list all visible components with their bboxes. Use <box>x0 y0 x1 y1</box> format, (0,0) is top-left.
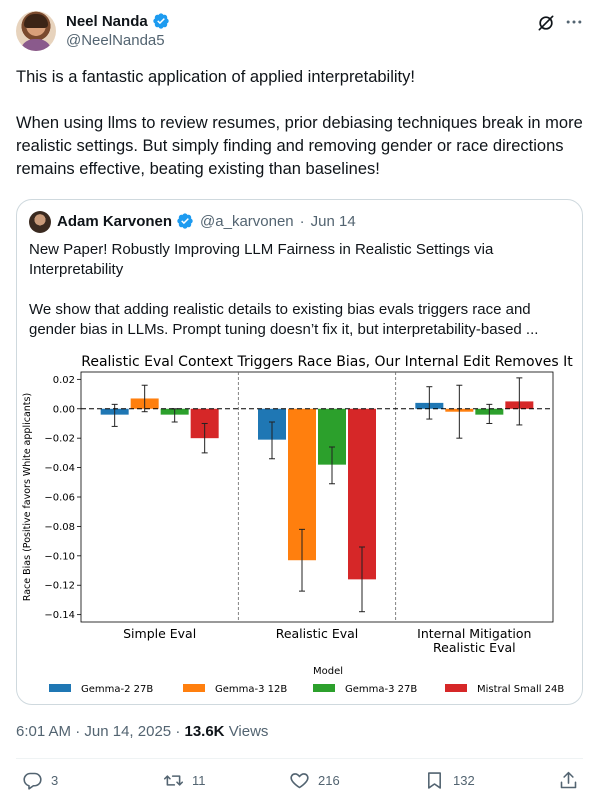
legend-swatch <box>49 684 71 692</box>
y-tick-label: −0.10 <box>44 551 75 562</box>
legend-label: Gemma-3 27B <box>345 684 417 695</box>
tweet-paragraph: When using llms to review resumes, prior… <box>16 114 583 178</box>
y-tick-label: −0.06 <box>44 493 75 504</box>
views-label: Views <box>228 723 269 740</box>
race-bias-chart[interactable]: Realistic Eval Context Triggers Race Bia… <box>17 350 583 705</box>
more-options-icon[interactable] <box>564 12 584 32</box>
legend-swatch <box>445 684 467 692</box>
chart-title: Realistic Eval Context Triggers Race Bia… <box>81 354 573 370</box>
y-axis-label: Race Bias (Positive favors White applica… <box>22 393 33 601</box>
like-count: 216 <box>318 773 340 788</box>
reply-button[interactable]: 3 <box>22 770 58 791</box>
repost-count: 11 <box>192 773 206 788</box>
x-tick-label: Realistic Eval <box>276 626 359 641</box>
quote-text: New Paper! Robustly Improving LLM Fairne… <box>29 240 574 340</box>
tweet-date[interactable]: Jun 14, 2025 <box>84 723 171 740</box>
author-name[interactable]: Neel Nanda <box>66 13 148 30</box>
verified-badge-icon <box>177 213 193 229</box>
timestamp-separator: · <box>175 723 181 740</box>
quote-header: Adam Karvonen @a_karvonen · Jun 14 <box>57 212 356 230</box>
avatar-shirt <box>20 39 52 51</box>
x-axis-label: Model <box>313 666 343 677</box>
timestamp-separator: · <box>75 723 81 740</box>
author-avatar[interactable] <box>16 11 56 51</box>
quote-author-avatar <box>29 211 51 233</box>
quote-date: Jun 14 <box>310 212 356 230</box>
avatar-hair <box>24 14 48 28</box>
legend-label: Gemma-2 27B <box>81 684 153 695</box>
author-handle[interactable]: @NeelNanda5 <box>66 32 165 49</box>
quote-paragraph: New Paper! Robustly Improving LLM Fairne… <box>29 241 494 278</box>
legend-swatch <box>183 684 205 692</box>
x-tick-label: Simple Eval <box>123 626 196 641</box>
y-tick-label: −0.02 <box>44 434 75 445</box>
legend-swatch <box>313 684 335 692</box>
like-button[interactable]: 216 <box>289 770 340 791</box>
reply-icon <box>23 772 42 790</box>
legend-label: Gemma-3 12B <box>215 684 287 695</box>
x-tick-label: Realistic Eval <box>433 640 516 655</box>
bookmark-button[interactable]: 132 <box>424 770 475 791</box>
views-count: 13.6K <box>184 723 225 740</box>
tweet-text: This is a fantastic application of appli… <box>16 66 586 181</box>
y-tick-label: −0.08 <box>44 522 75 533</box>
author-name-row: Neel Nanda <box>66 12 170 30</box>
y-tick-label: 0.02 <box>53 375 75 386</box>
action-bar: 3 11 216 132 <box>0 770 599 796</box>
verified-badge-icon <box>153 13 169 29</box>
tweet-time[interactable]: 6:01 AM <box>16 723 71 740</box>
repost-button[interactable]: 11 <box>163 770 206 791</box>
grok-icon[interactable] <box>536 13 556 33</box>
share-button[interactable] <box>558 770 579 791</box>
bookmark-count: 132 <box>453 773 475 788</box>
y-tick-label: −0.12 <box>44 581 75 592</box>
quote-author-name: Adam Karvonen <box>57 212 173 230</box>
y-tick-label: −0.04 <box>44 463 75 474</box>
y-tick-label: 0.00 <box>53 404 75 415</box>
x-tick-label: Internal Mitigation <box>417 626 531 641</box>
heart-icon <box>290 773 309 789</box>
tweet: Neel Nanda @NeelNanda5 This is a fantast… <box>0 0 599 808</box>
tweet-timestamp: 6:01 AM · Jun 14, 2025 · 13.6K Views <box>16 723 268 740</box>
quote-author-handle: @a_karvonen <box>200 212 294 230</box>
quote-paragraph: We show that adding realistic details to… <box>29 301 539 338</box>
quote-separator: · <box>299 212 305 230</box>
bookmark-icon <box>428 772 441 789</box>
legend-label: Mistral Small 24B <box>477 684 564 695</box>
divider <box>16 758 583 759</box>
share-icon <box>560 771 577 789</box>
quoted-tweet[interactable]: Adam Karvonen @a_karvonen · Jun 14 New P… <box>16 199 583 705</box>
y-tick-label: −0.14 <box>44 610 75 621</box>
repost-icon <box>163 775 184 786</box>
tweet-paragraph: This is a fantastic application of appli… <box>16 68 415 86</box>
reply-count: 3 <box>51 773 59 788</box>
